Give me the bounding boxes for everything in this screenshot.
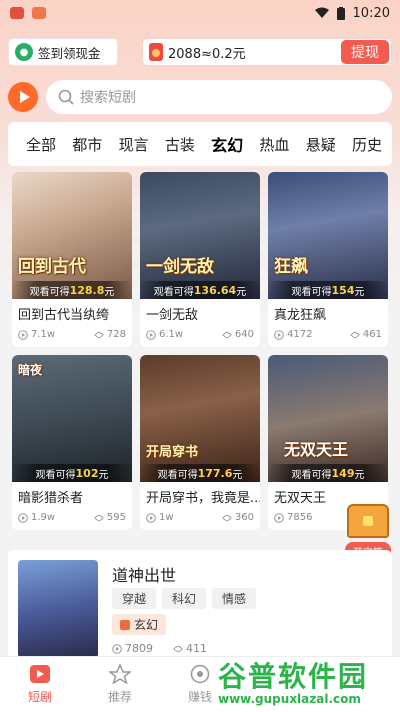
search-input[interactable]: 搜索短剧 [46,80,392,114]
cash-text: 2088≈0.2元 [168,46,246,62]
category-tab[interactable]: 热血 [259,134,289,155]
reward-banner: 观看可得 128.8 元 [12,281,132,299]
like-icon [222,514,232,521]
genre-icon [120,619,130,630]
like-icon [222,331,232,338]
drama-poster: 狂飙 观看可得 154 元 [268,172,388,299]
drama-title: 开局穿书，我竟是... [146,491,260,506]
poster-title: 回到古代 [18,257,86,277]
featured-tags: 穿越 科幻 情感 [112,588,257,609]
play-icon [112,643,122,654]
search-placeholder: 搜索短剧 [80,90,136,106]
status-time: 10:20 [352,5,390,21]
status-right: 10:20 [314,5,390,21]
drama-card[interactable]: 开局穿书 观看可得 177.6 元 开局穿书，我竟是... 1w 360 [140,355,260,530]
treasure-chest-icon [347,504,389,538]
featured-tag: 穿越 [112,588,157,609]
drama-meta: 6.1w 640 [140,323,260,340]
reward-banner: 观看可得 102 元 [12,464,132,482]
drama-poster: 暗夜 观看可得 102 元 [12,355,132,482]
category-tab[interactable]: 现言 [119,134,149,155]
tab-recommend[interactable]: 推荐 [80,657,160,712]
reward-banner: 观看可得 154 元 [268,281,388,299]
drama-poster: 一剑无敌 观看可得 136.64 元 [140,172,260,299]
cash-balance-left: 2088≈0.2元 [149,43,246,62]
app-notification-icon [32,7,46,19]
red-packet-icon [149,43,163,61]
drama-title: 真龙狂飙 [274,308,327,323]
drama-meta: 1w 360 [140,506,260,523]
top-row: ● 签到领现金 2088≈0.2元 提现 [8,38,392,66]
play-icon [146,329,156,340]
poster-title: 无双天王 [284,440,349,459]
reward-banner: 观看可得 177.6 元 [140,464,260,482]
category-tab[interactable]: 全部 [26,134,56,155]
play-icon [146,512,156,523]
featured-meta: 7809 411 [112,642,207,655]
featured-tag: 科幻 [162,588,207,609]
category-tabs: 全部 都市 现言 古装 玄幻 热血 悬疑 历史 [8,122,392,166]
play-icon [274,329,284,340]
drama-card[interactable]: 回到古代 观看可得 128.8 元 回到古代当纨绔 7.1w 728 [12,172,132,347]
watermark-line1: 谷普软件园 [218,660,369,693]
category-tab[interactable]: 古装 [165,134,195,155]
play-icon [274,512,284,523]
drama-poster: 开局穿书 观看可得 177.6 元 [140,355,260,482]
drama-title: 回到古代当纨绔 [18,308,110,323]
category-tab[interactable]: 悬疑 [306,134,336,155]
checkin-button[interactable]: ● 签到领现金 [8,38,118,66]
drama-meta: 1.9w 595 [12,506,132,523]
category-tab[interactable]: 历史 [352,134,382,155]
search-icon [58,89,74,105]
wechat-icon: ● [15,43,33,61]
battery-icon [336,6,345,20]
poster-title: 狂飙 [274,257,308,277]
wifi-icon [314,7,329,18]
drama-grid: 回到古代 观看可得 128.8 元 回到古代当纨绔 7.1w 728 一剑无敌 观看… [12,172,388,530]
category-tab[interactable]: 都市 [72,134,102,155]
featured-poster [18,560,98,658]
like-icon [173,645,183,652]
drama-card[interactable]: 暗夜 观看可得 102 元 暗影猎杀者 1.9w 595 [12,355,132,530]
checkin-label: 签到领现金 [38,45,101,61]
star-icon [109,664,131,684]
cash-balance: 2088≈0.2元 提现 [142,38,392,66]
tab-short-drama[interactable]: 短剧 [0,657,80,712]
like-icon [350,331,360,338]
watermark-line2: www.gupuxlazal.com [218,692,361,706]
featured-tag: 情感 [212,588,257,609]
drama-title: 暗影猎杀者 [18,491,84,506]
play-icon [18,512,28,523]
search-row: 搜索短剧 [8,80,392,114]
drama-card[interactable]: 一剑无敌 观看可得 136.64 元 一剑无敌 6.1w 640 [140,172,260,347]
category-tab-active[interactable]: 玄幻 [211,132,243,156]
featured-drama[interactable]: 道神出世 穿越 科幻 情感 玄幻 7809 411 [8,550,392,660]
coin-icon [190,664,210,684]
withdraw-button[interactable]: 提现 [341,40,389,64]
poster-title: 开局穿书 [146,445,199,460]
like-icon [94,514,104,521]
reward-banner: 观看可得 149 元 [268,464,388,482]
drama-meta: 4172 461 [268,323,388,340]
featured-title: 道神出世 [112,566,177,585]
poster-title: 一剑无敌 [146,257,214,277]
drama-meta: 7.1w 728 [12,323,132,340]
drama-poster: 回到古代 观看可得 128.8 元 [12,172,132,299]
drama-card[interactable]: 狂飙 观看可得 154 元 真龙狂飙 4172 461 [268,172,388,347]
app-notification-icon [10,7,24,19]
play-icon [18,329,28,340]
app-logo-icon [8,82,38,112]
reward-banner: 观看可得 136.64 元 [140,281,260,299]
drama-title: 一剑无敌 [146,308,199,323]
drama-poster: 无双天王 观看可得 149 元 [268,355,388,482]
status-bar: 10:20 [0,0,400,26]
short-drama-icon [30,665,50,683]
watermark: 谷普软件园 www.gupuxlazal.com [218,656,398,712]
like-icon [94,331,104,338]
status-left [10,7,46,19]
featured-genre: 玄幻 [112,614,167,635]
poster-title: 暗夜 [18,363,43,377]
